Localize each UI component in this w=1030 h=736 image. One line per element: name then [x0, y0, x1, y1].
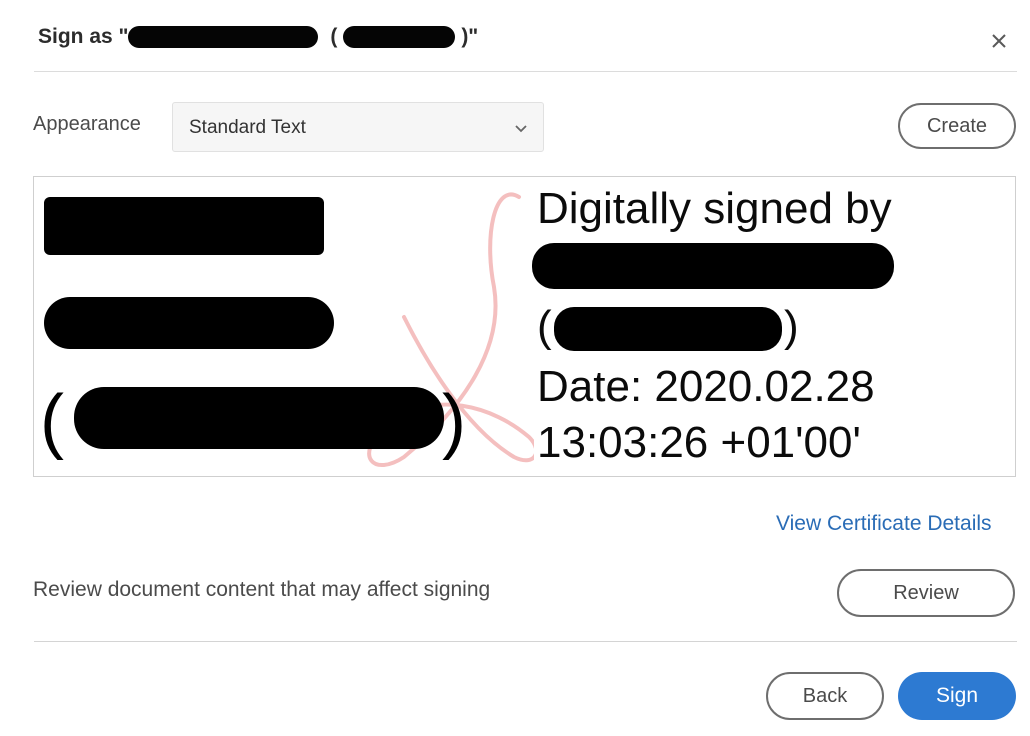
redacted-name: [128, 26, 319, 48]
sign-button[interactable]: Sign: [898, 672, 1016, 720]
paren-open: (: [40, 381, 64, 461]
chevron-down-icon: [515, 125, 527, 133]
paren-close-signer: ): [784, 302, 799, 351]
signature-date: Date: 2020.02.28: [537, 362, 875, 411]
paren-open-signer: (: [537, 302, 552, 351]
paren-close: ): [442, 381, 466, 461]
appearance-select-value: Standard Text: [189, 117, 306, 138]
close-button[interactable]: [984, 26, 1014, 56]
redaction-block: [532, 243, 894, 289]
review-message: Review document content that may affect …: [33, 578, 491, 601]
redaction-block: [554, 307, 782, 351]
sign-dialog: Sign as " ( )" Appearance Standard Text …: [0, 0, 1030, 736]
signature-time: 13:03:26 +01'00': [537, 418, 861, 467]
back-button[interactable]: Back: [766, 672, 884, 720]
title-prefix: Sign as ": [38, 25, 129, 48]
title-suffix: )": [461, 25, 479, 48]
title-middle: (: [324, 25, 338, 48]
signature-preview: ( ) Digitally signed by ( ) Date: 2020.0…: [33, 176, 1016, 477]
redaction-block: [74, 387, 444, 449]
view-certificate-link[interactable]: View Certificate Details: [776, 512, 992, 536]
signed-by-text: Digitally signed by: [537, 184, 892, 233]
dialog-title: Sign as " ( )": [38, 20, 478, 54]
redacted-email: [343, 26, 456, 48]
appearance-label: Appearance: [33, 113, 141, 135]
divider: [34, 641, 1017, 642]
create-button[interactable]: Create: [898, 103, 1016, 149]
divider: [34, 71, 1017, 72]
close-icon: [992, 34, 1006, 48]
appearance-select[interactable]: Standard Text: [172, 102, 544, 152]
redacted-signer-name: ( ): [34, 177, 504, 476]
redaction-block: [44, 297, 334, 349]
review-button[interactable]: Review: [837, 569, 1015, 617]
redaction-block: [44, 197, 324, 255]
